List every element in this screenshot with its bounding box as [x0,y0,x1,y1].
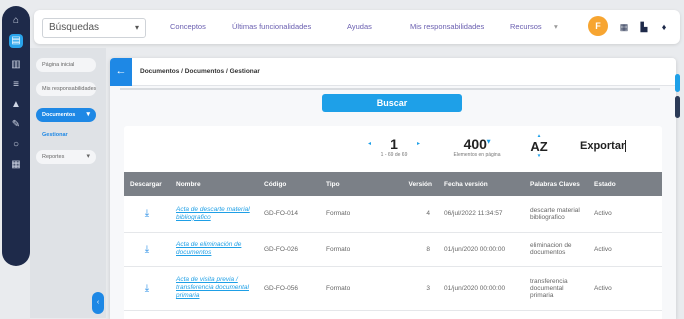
text-cursor [625,140,627,153]
notification-bell-icon[interactable]: ♦ [658,21,670,33]
table-row: ⤓ Acta de visita previa / transferencia … [124,266,662,311]
sidebar-item-reports[interactable]: Reportes [36,150,96,164]
export-button[interactable]: Exportar [580,140,627,153]
download-icon[interactable]: ⤓ [145,208,149,219]
search-select-label: Búsquedas [49,22,100,33]
panel-header: ← Documentos / Documentos / Gestionar [110,58,676,86]
cell-keywords: descarte material bibliografico [524,196,588,233]
search-button[interactable]: Buscar [322,94,462,112]
cell-status: Activo [588,266,662,311]
breadcrumb: Documentos / Documentos / Gestionar [140,68,260,75]
cell-code: GD-FO-026 [258,232,320,267]
documents-table: Descargar Nombre Código Tipo Versión Fec… [124,172,662,311]
col-version-date[interactable]: Fecha versión [438,172,524,196]
collapse-sidebar-button[interactable]: ‹ [92,292,104,314]
next-page-icon[interactable]: ▸ [417,140,420,147]
cell-version: 8 [392,232,438,267]
cell-status: Activo [588,232,662,267]
prev-page-icon[interactable]: ◂ [368,140,371,147]
page-size-selector[interactable]: 400▾ Elementos en página [442,136,512,158]
app-frame: ⌂ ▤ ▥ ≡ ▲ ✎ ○ ▦ Página inicial Mis respo… [0,0,684,319]
cell-code: GD-FO-014 [258,196,320,233]
cell-keywords: eliminacion de documentos [524,232,588,267]
col-download[interactable]: Descargar [124,172,170,196]
documents-icon[interactable]: ▤ [9,34,23,48]
icon-rail: ⌂ ▤ ▥ ≡ ▲ ✎ ○ ▦ [2,6,30,266]
sort-label: AZ [530,139,548,154]
back-arrow-icon[interactable]: ← [110,58,132,86]
table-row: ⤓ Acta de eliminación de documentos GD-F… [124,232,662,267]
col-version[interactable]: Versión [392,172,438,196]
divider [120,88,660,90]
top-bar: Búsquedas ▾ Conceptos Últimas funcionali… [34,10,680,44]
sort-down-icon: ▾ [537,153,541,159]
sidebar-item-manage[interactable]: Gestionar [36,128,96,142]
search-select[interactable]: Búsquedas ▾ [42,18,146,38]
sidebar-item-responsibilities[interactable]: Mis responsabilidades [36,82,96,96]
page-size-value: 400 [463,136,487,152]
content-panel: ← Documentos / Documentos / Gestionar Bu… [110,58,676,319]
sidebar-item-documents[interactable]: Documentos [36,108,96,122]
avatar[interactable]: F [588,16,608,36]
calendar-icon[interactable]: ▦ [9,158,23,172]
document-link[interactable]: Acta de visita previa / transferencia do… [176,276,258,300]
pager: ◂ 1 1 - 69 de 69 ▸ [364,136,424,158]
home-icon[interactable]: ⌂ [9,14,23,28]
cell-type: Formato [320,266,392,311]
cell-version: 4 [392,196,438,233]
scroll-indicator[interactable] [675,74,680,92]
menu-concepts[interactable]: Conceptos [170,22,206,31]
sidebar-item-home[interactable]: Página inicial [36,58,96,72]
cell-code: GD-FO-056 [258,266,320,311]
col-keywords[interactable]: Palabras Claves [524,172,588,196]
menu-help[interactable]: Ayudas [347,22,372,31]
cell-type: Formato [320,196,392,233]
scrollbar-thumb[interactable] [675,96,680,118]
download-icon[interactable]: ⤓ [145,283,149,294]
menu-latest-features[interactable]: Últimas funcionalidades [232,22,311,31]
cell-date: 01/jun/2020 00:00:00 [438,232,524,267]
col-status[interactable]: Estado [588,172,662,196]
resources-chevron-icon[interactable]: ▾ [554,22,558,31]
document-link[interactable]: Acta de descarte material bibliografico [176,206,258,222]
sidebar: Página inicial Mis responsabilidades Doc… [30,48,106,318]
menu-responsibilities[interactable]: Mis responsabilidades [410,22,484,31]
cell-date: 06/jul/2022 11:34:57 [438,196,524,233]
table-header-row: Descargar Nombre Código Tipo Versión Fec… [124,172,662,196]
list-icon[interactable]: ≡ [9,78,23,92]
sort-toggle[interactable]: ▴ AZ ▾ [524,134,554,159]
chevron-down-icon: ▾ [134,23,139,32]
cell-date: 01/jun/2020 00:00:00 [438,266,524,311]
col-type[interactable]: Tipo [320,172,392,196]
export-label: Exportar [580,140,626,152]
settings-icon[interactable]: ○ [9,138,23,152]
download-icon[interactable]: ⤓ [145,244,149,255]
cell-keywords: transferencia documental primaria [524,266,588,311]
tools-icon[interactable]: ✎ [9,118,23,132]
calendar-icon[interactable]: ▦ [618,21,630,33]
alert-icon[interactable]: ▲ [9,98,23,112]
results-card: ◂ 1 1 - 69 de 69 ▸ 400▾ Elementos en pág… [124,126,662,319]
table-row: ⤓ Acta de descarte material bibliografic… [124,196,662,233]
cell-status: Activo [588,196,662,233]
page-range: 1 - 69 de 69 [380,152,408,158]
cell-version: 3 [392,266,438,311]
building-icon[interactable]: ▙ [638,21,650,33]
chart-icon[interactable]: ▥ [9,58,23,72]
col-code[interactable]: Código [258,172,320,196]
document-link[interactable]: Acta de eliminación de documentos [176,241,258,257]
cell-type: Formato [320,232,392,267]
chevron-down-icon: ▾ [486,138,491,146]
page-number: 1 [390,136,398,152]
col-name[interactable]: Nombre [170,172,258,196]
menu-resources[interactable]: Recursos [510,22,542,31]
page-size-label: Elementos en página [453,152,501,158]
